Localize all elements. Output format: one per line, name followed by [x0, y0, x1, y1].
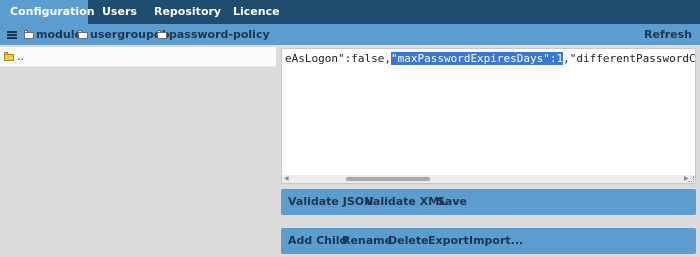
breadcrumb-label: module	[36, 28, 82, 41]
top-tab-bar: Configuration Users Repository Licence	[0, 0, 700, 24]
tab-repository[interactable]: Repository	[144, 0, 231, 24]
breadcrumb-label: password-policy	[169, 28, 270, 41]
delete-button[interactable]: Delete	[388, 228, 429, 254]
tree-item-parent[interactable]: ..	[0, 47, 276, 67]
editor-text-before: eAsLogon":false,	[285, 52, 391, 65]
import-button[interactable]: Import...	[469, 228, 523, 254]
tree-panel: ..	[0, 45, 276, 257]
scrollbar-thumb[interactable]	[346, 177, 430, 181]
node-toolbar: Add Child Rename Delete Export Import...	[281, 228, 696, 254]
menu-icon[interactable]	[7, 31, 17, 39]
breadcrumb-item-usergroupdb[interactable]: usergroupdb	[78, 24, 170, 45]
breadcrumb: module usergroupdb password-policy Refre…	[0, 24, 700, 45]
tab-licence[interactable]: Licence	[223, 0, 290, 24]
folder-icon	[4, 52, 14, 61]
tab-users[interactable]: Users	[92, 0, 147, 24]
breadcrumb-item-password-policy[interactable]: password-policy	[157, 24, 270, 45]
scroll-left-icon[interactable]: ◀	[284, 176, 290, 182]
validate-xml-button[interactable]: Validate XML	[365, 189, 446, 215]
refresh-button[interactable]: Refresh	[644, 24, 692, 45]
folder-icon	[78, 30, 88, 39]
breadcrumb-item-module[interactable]: module	[24, 24, 82, 45]
editor-content[interactable]: eAsLogon":false,"maxPasswordExpiresDays"…	[285, 52, 696, 65]
editor-text-after: ,"differentPasswordCoun	[563, 52, 696, 65]
add-child-button[interactable]: Add Child	[288, 228, 347, 254]
json-editor[interactable]: eAsLogon":false,"maxPasswordExpiresDays"…	[281, 48, 696, 184]
rename-button[interactable]: Rename	[342, 228, 392, 254]
tree-item-label: ..	[17, 50, 24, 63]
horizontal-scrollbar[interactable]: ◀ ▶	[282, 175, 695, 183]
editor-selected-text: "maxPasswordExpiresDays":1	[390, 52, 564, 65]
resize-grip-icon[interactable]	[688, 176, 694, 182]
tab-configuration[interactable]: Configuration	[0, 0, 95, 24]
export-button[interactable]: Export	[428, 228, 469, 254]
save-button[interactable]: Save	[437, 189, 467, 215]
validation-toolbar: Validate JSON Validate XML Save	[281, 189, 696, 215]
validate-json-button[interactable]: Validate JSON	[288, 189, 373, 215]
folder-icon	[24, 30, 34, 39]
folder-icon	[157, 30, 167, 39]
